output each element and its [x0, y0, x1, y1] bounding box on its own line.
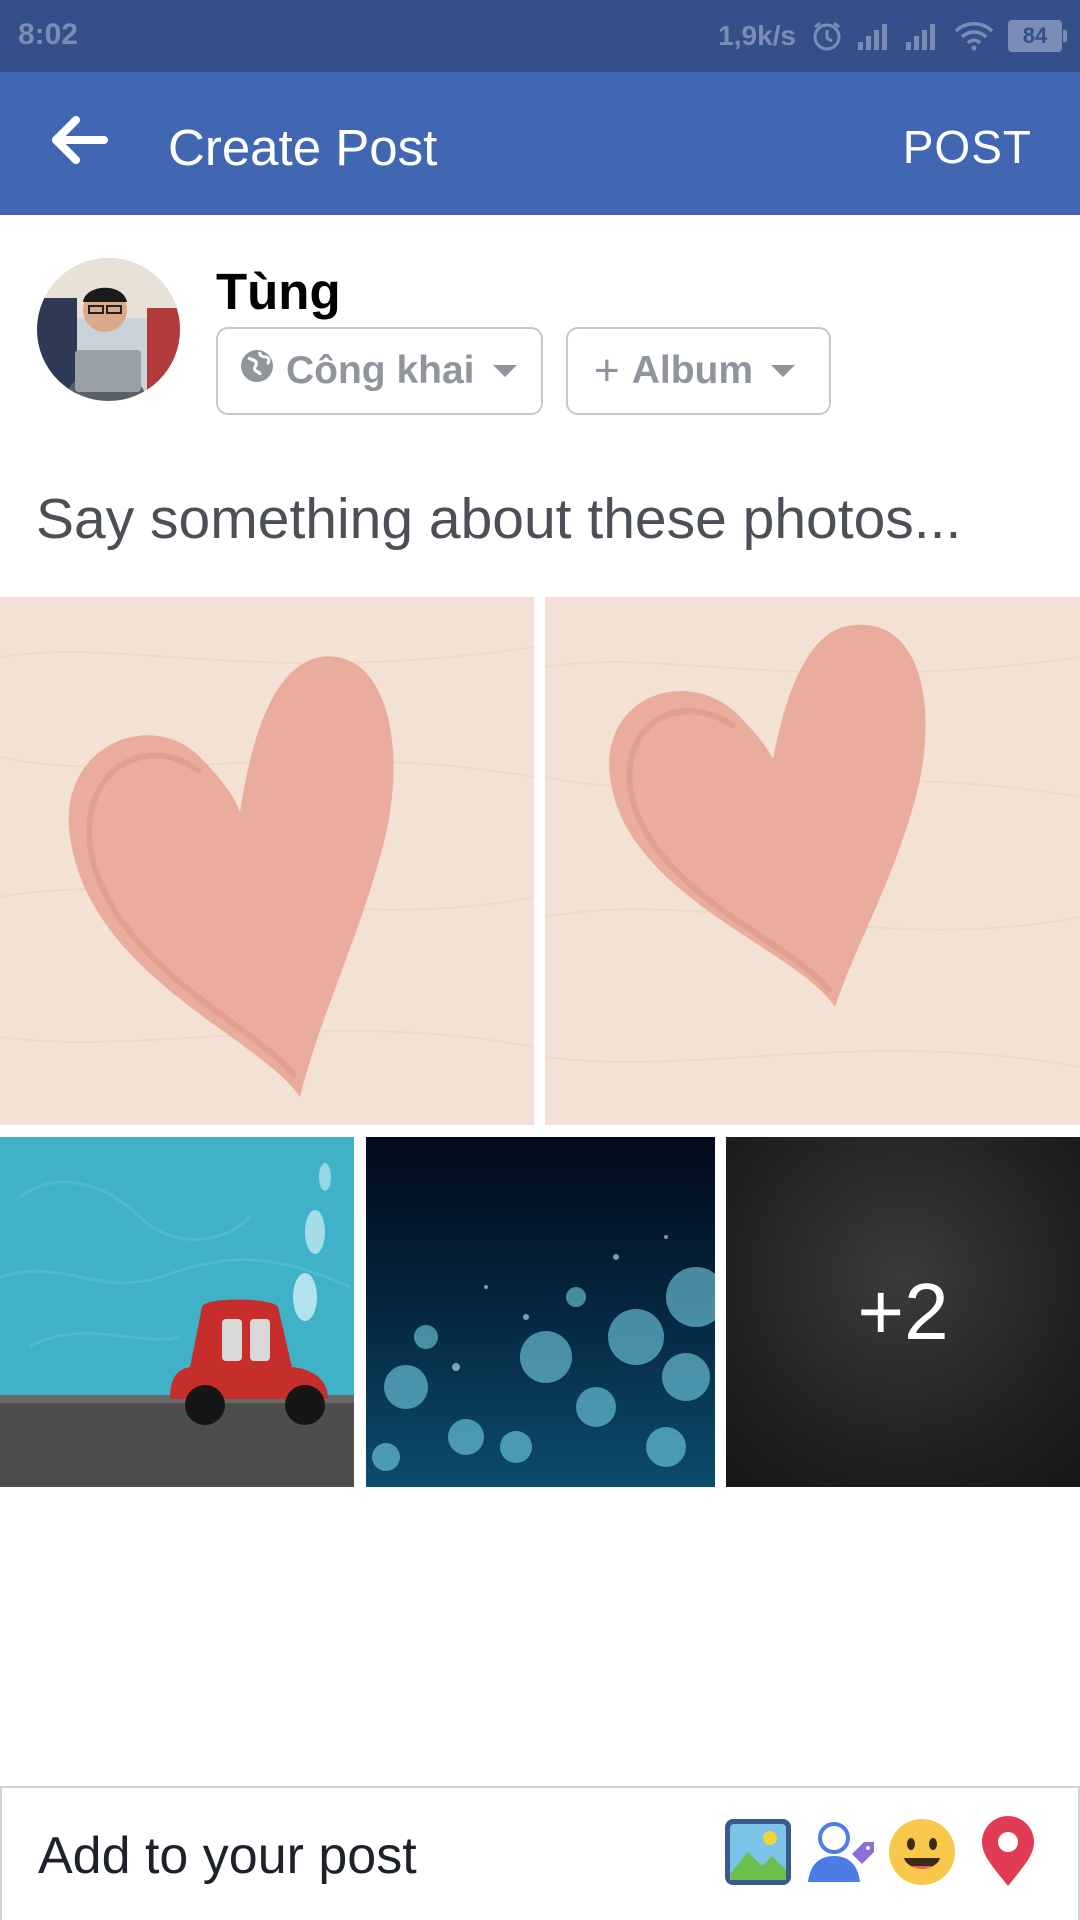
- page-title: Create Post: [168, 119, 438, 176]
- plus-icon: +: [594, 346, 620, 395]
- post-button[interactable]: POST: [903, 120, 1032, 174]
- more-photos-count: +2: [857, 1267, 949, 1356]
- add-to-post-label: Add to your post: [38, 1827, 417, 1885]
- post-text-input[interactable]: Say something about these photos...: [36, 486, 1046, 552]
- more-photos-thumbnail[interactable]: +2: [726, 1137, 1080, 1487]
- album-label: Album: [631, 349, 754, 392]
- back-arrow-icon: [52, 116, 108, 168]
- battery-icon: 84: [1008, 20, 1067, 52]
- add-to-post-bar[interactable]: Add to your post: [0, 1786, 1080, 1920]
- privacy-selector[interactable]: Công khai: [216, 327, 543, 415]
- photo-thumbnail[interactable]: [0, 1137, 354, 1487]
- back-button[interactable]: [52, 116, 116, 172]
- globe-icon: [240, 349, 274, 393]
- location-pin-icon[interactable]: [972, 1816, 1044, 1888]
- photo-icon[interactable]: [722, 1816, 794, 1888]
- chevron-down-icon: [492, 365, 517, 377]
- status-time: 8:02: [18, 18, 79, 51]
- wifi-icon: [954, 21, 994, 51]
- signal-icon: [858, 22, 892, 50]
- photo-thumbnail[interactable]: [366, 1137, 715, 1487]
- user-name: Tùng: [216, 263, 341, 320]
- album-selector[interactable]: + Album: [566, 327, 831, 415]
- status-icons: 1,9k/s 84: [718, 16, 1067, 56]
- chevron-down-icon: [771, 365, 796, 377]
- alarm-icon: [810, 19, 844, 53]
- network-speed: 1,9k/s: [718, 20, 796, 51]
- photo-thumbnail[interactable]: [545, 597, 1080, 1125]
- avatar: [37, 258, 180, 401]
- tag-people-icon[interactable]: [804, 1816, 876, 1888]
- signal-icon: [906, 22, 940, 50]
- status-bar: 8:02 1,9k/s 84: [0, 0, 1080, 72]
- feeling-emoji-icon[interactable]: [886, 1816, 958, 1888]
- privacy-label: Công khai: [286, 349, 475, 392]
- photo-thumbnail[interactable]: [0, 597, 534, 1125]
- app-bar: Create Post POST: [0, 72, 1080, 215]
